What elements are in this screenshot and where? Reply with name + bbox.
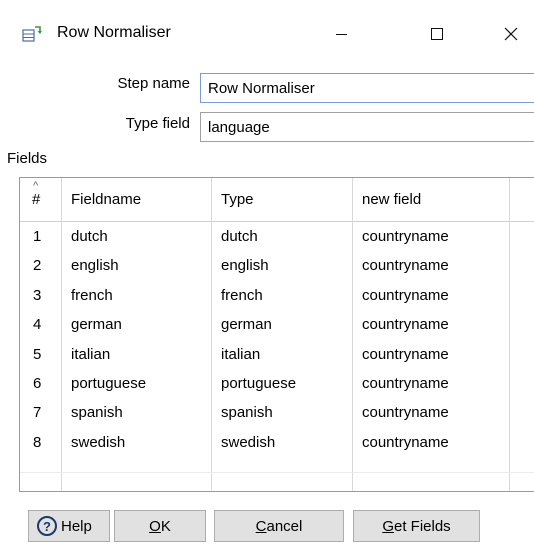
table-row[interactable]: 2 english english countryname [20,251,534,280]
table-row[interactable]: 7 spanish spanish countryname [20,398,534,427]
cell-num: 8 [33,433,42,451]
cell-fieldname: italian [71,345,111,363]
header-type[interactable]: Type [221,191,254,208]
cell-new-field: countryname [362,375,449,392]
cell-type: italian [221,345,261,363]
type-field-label: Type field [125,115,190,132]
help-label: Help [61,517,92,535]
cell-num: 6 [33,375,42,392]
type-field-input[interactable] [200,112,534,142]
maximize-icon [431,28,443,40]
cell-new-field: countryname [362,404,449,422]
help-icon: ? [37,516,57,536]
step-name-input[interactable] [200,73,534,103]
minimize-button[interactable] [318,16,364,52]
table-header: ^ # Fieldname Type new field [20,178,534,222]
cell-new-field: countryname [362,286,449,304]
table-row[interactable]: 1 dutch dutch countryname [20,222,534,251]
maximize-button[interactable] [414,16,460,52]
cell-fieldname: french [71,286,113,304]
cell-new-field: countryname [362,316,449,334]
cell-num: 1 [33,228,42,245]
ok-label: K [160,517,171,535]
table-row[interactable]: 4 german german countryname [20,310,534,339]
cell-new-field: countryname [362,433,449,451]
step-name-label: Step name [117,75,190,92]
table-row[interactable]: 8 swedish swedish countryname [20,428,534,457]
header-new-field[interactable]: new field [362,191,421,208]
table-row[interactable]: 6 portuguese portuguese countryname [20,369,534,398]
cancel-button[interactable]: Cancel [214,510,344,542]
cell-type: english [221,257,269,275]
cell-num: 4 [33,316,42,334]
minimize-icon [335,33,347,35]
cell-new-field: countryname [362,345,449,363]
empty-row-line [20,472,534,474]
get-fields-mnemonic: G [382,517,394,535]
cell-type: french [221,286,263,304]
cell-type: spanish [221,404,273,422]
help-button[interactable]: ? Help [28,510,110,542]
table-row[interactable]: 3 french french countryname [20,281,534,310]
table-row[interactable]: 5 italian italian countryname [20,340,534,369]
cell-type: dutch [221,228,258,245]
row-normaliser-icon [22,26,42,42]
fields-label: Fields [7,150,48,167]
title-bar: Row Normaliser [0,0,534,64]
cell-type: portuguese [221,375,297,392]
ok-mnemonic: O [149,517,161,535]
cancel-mnemonic: C [255,517,267,535]
cell-type: german [221,316,272,334]
header-num[interactable]: # [32,191,40,208]
cell-num: 3 [33,286,42,304]
get-fields-label: et Fields [393,517,451,535]
header-fieldname[interactable]: Fieldname [71,191,141,208]
ok-button[interactable]: OK [114,510,206,542]
cell-type: swedish [221,433,276,451]
cell-fieldname: spanish [71,404,123,422]
close-button[interactable] [487,16,534,52]
cell-fieldname: dutch [71,228,108,245]
cell-fieldname: german [71,316,122,334]
window-title: Row Normaliser [57,24,171,41]
get-fields-button[interactable]: Get Fields [353,510,480,542]
cell-num: 5 [33,345,42,363]
cell-fieldname: portuguese [71,375,147,392]
cell-new-field: countryname [362,228,449,245]
close-icon [504,27,517,41]
cell-num: 7 [33,404,42,422]
cell-num: 2 [33,257,42,275]
cell-new-field: countryname [362,257,449,275]
fields-table[interactable]: ^ # Fieldname Type new field 1 dutch dutch… [19,177,534,492]
cell-fieldname: english [71,257,119,275]
cell-fieldname: swedish [71,433,126,451]
cancel-label: ancel [266,517,303,535]
